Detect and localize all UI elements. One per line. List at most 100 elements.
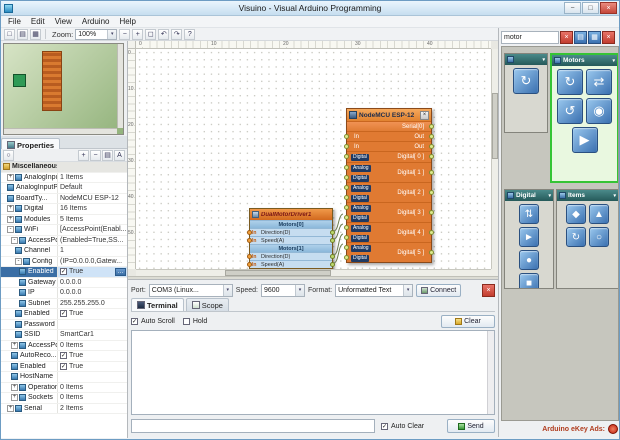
palette-group-header[interactable]: Digital▾	[505, 190, 553, 201]
pin-connector[interactable]	[429, 170, 434, 175]
expand-toggle-icon[interactable]: -	[7, 226, 14, 233]
property-row[interactable]: +Operations0 Items	[1, 383, 127, 394]
menu-file[interactable]: File	[3, 17, 26, 26]
property-row[interactable]: Miscellaneous	[1, 162, 127, 173]
open-file-icon[interactable]: ▤	[17, 29, 28, 40]
sort-icon[interactable]: A	[114, 150, 125, 161]
design-canvas[interactable]: DualMotorDriver1 Motors[0]InDirection(D)…	[136, 49, 491, 269]
auto-scroll-checkbox[interactable]: ✓ Auto Scroll	[131, 318, 175, 325]
expand-toggle-icon[interactable]: -	[15, 258, 22, 265]
send-button[interactable]: Send	[447, 419, 495, 433]
servo-motor-icon[interactable]: ◉	[586, 98, 612, 124]
wire[interactable]	[334, 234, 343, 255]
property-row[interactable]: AutoReco...✓True	[1, 351, 127, 362]
menu-edit[interactable]: Edit	[26, 17, 50, 26]
checkbox-icon[interactable]: ✓	[60, 352, 67, 359]
zoom-select[interactable]: 100% ▾	[75, 29, 117, 40]
pin-connector[interactable]	[344, 235, 349, 240]
stepper-motor-icon[interactable]: ↺	[557, 98, 583, 124]
item-2-icon[interactable]: ▲	[589, 204, 609, 224]
palette-group-digital[interactable]: Digital▾⇅►●■	[504, 189, 554, 289]
new-file-icon[interactable]: □	[4, 29, 15, 40]
close-palette-icon[interactable]: ×	[602, 31, 615, 44]
property-row[interactable]: +Serial2 Items	[1, 404, 127, 415]
property-row[interactable]: Subnet255.255.255.0	[1, 299, 127, 310]
expand-toggle-icon[interactable]: +	[11, 342, 18, 349]
property-row[interactable]: SSIDSmartCar1	[1, 330, 127, 341]
expand-toggle-icon[interactable]: +	[7, 216, 14, 223]
pin-connector[interactable]	[344, 205, 349, 210]
block-close-icon[interactable]: ×	[420, 111, 429, 120]
board-preview[interactable]	[3, 43, 124, 135]
property-row[interactable]: Enabled✓True	[1, 309, 127, 320]
ellipsis-button[interactable]: …	[115, 268, 126, 276]
nodemcu-block[interactable]: NodeMCU ESP-12 × Serial[0]InOutInOutDigi…	[346, 108, 432, 263]
property-row[interactable]: Gateway0.0.0.0	[1, 278, 127, 289]
tab-terminal[interactable]: Terminal	[131, 298, 184, 311]
pin-connector[interactable]	[429, 154, 434, 159]
pin-connector[interactable]	[429, 124, 434, 129]
speed-select[interactable]: 9600 ▾	[261, 284, 305, 297]
property-row[interactable]: Enabled✓True…	[1, 267, 127, 278]
clear-button[interactable]: Clear	[441, 315, 495, 328]
minimize-button[interactable]: −	[564, 2, 581, 14]
save-icon[interactable]: ▦	[30, 29, 41, 40]
property-row[interactable]: Channel1	[1, 246, 127, 257]
close-button[interactable]: ×	[600, 2, 617, 14]
clear-search-icon[interactable]: ×	[560, 31, 573, 44]
send-input[interactable]	[131, 419, 375, 433]
help-icon[interactable]: ?	[184, 29, 195, 40]
digital-2-icon[interactable]: ►	[519, 227, 539, 247]
palette-group-header[interactable]: Items▾	[557, 190, 618, 201]
property-row[interactable]: +Sockets0 Items	[1, 393, 127, 404]
component-search-input[interactable]	[501, 31, 559, 44]
digital-3-icon[interactable]: ●	[519, 250, 539, 270]
property-row[interactable]: +AnalogInput1 Items	[1, 173, 127, 184]
property-row[interactable]: Password	[1, 320, 127, 331]
port-select[interactable]: COM3 (Linux... ▾	[149, 284, 233, 297]
preview-vertical-scrollbar[interactable]	[117, 44, 123, 128]
pin-connector[interactable]	[344, 255, 349, 260]
motor-shield-icon[interactable]: ▶	[572, 127, 598, 153]
generic-motor-icon[interactable]: ↻	[513, 68, 539, 94]
property-row[interactable]: AnalogInputPi...Default	[1, 183, 127, 194]
menu-help[interactable]: Help	[114, 17, 140, 26]
terminal-output[interactable]	[131, 330, 495, 415]
canvas-horizontal-scrollbar[interactable]	[136, 269, 491, 276]
undo-icon[interactable]: ↶	[158, 29, 169, 40]
pin-connector[interactable]	[344, 185, 349, 190]
pin-connector[interactable]	[429, 190, 434, 195]
property-row[interactable]: HostName	[1, 372, 127, 383]
auto-clear-checkbox[interactable]: ✓ Auto Clear	[381, 423, 424, 430]
zoom-out-icon[interactable]: −	[119, 29, 130, 40]
block-header[interactable]: NodeMCU ESP-12 ×	[347, 109, 431, 121]
pin-connector[interactable]	[330, 230, 335, 235]
dual-motor-driver-block[interactable]: DualMotorDriver1 Motors[0]InDirection(D)…	[249, 208, 333, 269]
pin-connector[interactable]	[344, 245, 349, 250]
pin-connector[interactable]	[344, 165, 349, 170]
dc-motor-icon[interactable]: ↻	[557, 69, 583, 95]
format-select[interactable]: Unformatted Text ▾	[335, 284, 413, 297]
pin-connector[interactable]	[429, 134, 434, 139]
pin-connector[interactable]	[344, 175, 349, 180]
pin-connector[interactable]	[344, 225, 349, 230]
property-row[interactable]: -WiFi[AccessPoint(Enabl...	[1, 225, 127, 236]
terminal-scrollbar[interactable]	[487, 331, 494, 414]
wire[interactable]	[334, 244, 343, 263]
property-row[interactable]: BoardTy...NodeMCU ESP-12	[1, 194, 127, 205]
hold-checkbox[interactable]: Hold	[183, 318, 207, 325]
preview-horizontal-scrollbar[interactable]	[4, 128, 117, 134]
expand-toggle-icon[interactable]: +	[7, 174, 14, 181]
canvas-vertical-scrollbar[interactable]	[491, 49, 498, 269]
menu-view[interactable]: View	[50, 17, 77, 26]
palette-group-header[interactable]: Motors▾	[552, 55, 617, 66]
checkbox-icon[interactable]: ✓	[60, 310, 67, 317]
digital-4-icon[interactable]: ■	[519, 273, 539, 289]
pin-connector[interactable]	[429, 210, 434, 215]
item-1-icon[interactable]: ◆	[566, 204, 586, 224]
close-panel-icon[interactable]: ×	[482, 284, 495, 297]
pin-connector[interactable]	[429, 144, 434, 149]
view-mode-icon[interactable]: ▦	[588, 31, 601, 44]
pin-connector[interactable]	[330, 254, 335, 259]
expand-toggle-icon[interactable]: +	[7, 405, 14, 412]
